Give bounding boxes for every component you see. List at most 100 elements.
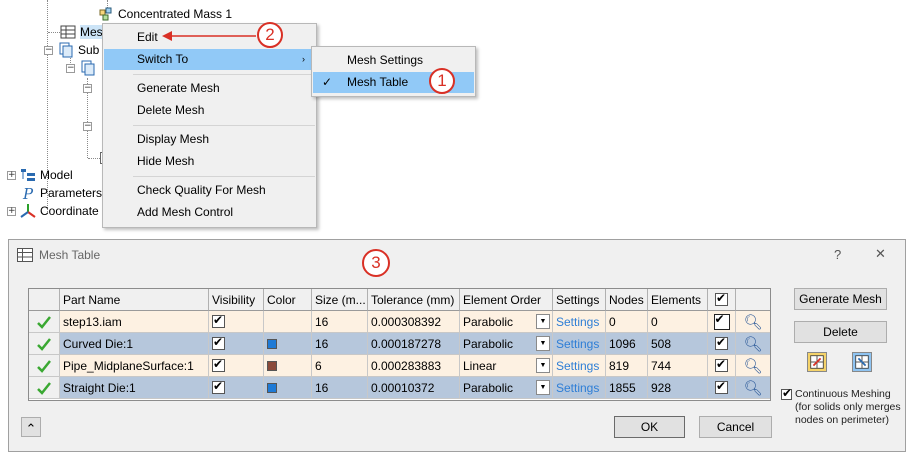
visibility-checkbox[interactable] (212, 335, 225, 350)
cell-size[interactable]: 6 (312, 355, 368, 377)
cancel-button[interactable]: Cancel (699, 416, 772, 438)
tree-item-part[interactable]: − (66, 59, 96, 77)
cell-part-name[interactable]: Straight Die:1 (60, 377, 209, 399)
expand-toggle-icon[interactable]: − (66, 63, 75, 73)
row-select-checkbox[interactable] (715, 357, 728, 372)
menu-item-switch-to[interactable]: Switch To › (104, 49, 315, 70)
menu-item-hide-mesh[interactable]: Hide Mesh (104, 151, 315, 172)
cell-color[interactable] (264, 333, 312, 355)
cell-element-order[interactable]: Parabolic ▼ (460, 377, 553, 399)
cell-visibility[interactable] (209, 311, 264, 333)
visibility-checkbox[interactable] (212, 357, 225, 372)
tree-item-model[interactable]: + Model (7, 166, 73, 184)
menu-item-generate-mesh[interactable]: Generate Mesh (104, 78, 315, 99)
column-header-nodes[interactable]: Nodes (606, 289, 648, 311)
expand-toggle-icon[interactable]: − (83, 83, 92, 93)
column-header-tolerance[interactable]: Tolerance (mm) (368, 289, 460, 311)
cell-element-order[interactable]: Parabolic ▼ (460, 333, 553, 355)
tree-item-mesh[interactable]: Mes (60, 23, 103, 41)
column-header-elements[interactable]: Elements (648, 289, 708, 311)
cell-color[interactable] (264, 311, 312, 333)
expand-toggle-icon[interactable]: + (7, 170, 16, 180)
generate-mesh-button[interactable]: Generate Mesh (794, 288, 887, 310)
cell-select[interactable] (708, 333, 736, 355)
cell-visibility[interactable] (209, 333, 264, 355)
column-header-select-all[interactable] (708, 289, 736, 311)
mesh-export-icon[interactable] (807, 352, 827, 372)
tree-item-coordinate[interactable]: + Coordinate (7, 202, 99, 220)
menu-item-mesh-settings[interactable]: Mesh Settings (313, 50, 474, 71)
cell-tolerance[interactable]: 0.000283883 (368, 355, 460, 377)
cell-select[interactable] (708, 311, 736, 333)
zoom-icon[interactable]: 🔍︎ (736, 377, 770, 399)
select-all-checkbox[interactable] (715, 291, 728, 306)
dropdown-arrow-icon[interactable]: ▼ (536, 336, 550, 351)
dropdown-arrow-icon[interactable]: ▼ (536, 358, 550, 373)
menu-item-delete-mesh[interactable]: Delete Mesh (104, 100, 315, 121)
cell-tolerance[interactable]: 0.00010372 (368, 377, 460, 399)
cell-part-name[interactable]: Pipe_MidplaneSurface:1 (60, 355, 209, 377)
column-header-size[interactable]: Size (m... (312, 289, 368, 311)
menu-item-display-mesh[interactable]: Display Mesh (104, 129, 315, 150)
settings-link[interactable]: Settings (553, 333, 606, 355)
tree-item-concentrated-mass[interactable]: Concentrated Mass 1 (98, 5, 232, 23)
row-select-checkbox[interactable] (715, 335, 728, 350)
cell-element-order[interactable]: Parabolic ▼ (460, 311, 553, 333)
color-swatch[interactable] (267, 360, 277, 371)
row-select-checkbox[interactable] (715, 379, 728, 394)
zoom-icon[interactable]: 🔍︎ (736, 311, 770, 333)
cell-part-name[interactable]: step13.iam (60, 311, 209, 333)
menu-item-check-quality[interactable]: Check Quality For Mesh (104, 180, 315, 201)
close-button[interactable]: ✕ (875, 247, 886, 262)
help-button[interactable]: ? (834, 247, 841, 262)
color-swatch[interactable] (267, 338, 277, 349)
cell-part-name[interactable]: Curved Die:1 (60, 333, 209, 355)
cell-color[interactable] (264, 377, 312, 399)
cell-size[interactable]: 16 (312, 377, 368, 399)
cell-tolerance[interactable]: 0.000308392 (368, 311, 460, 333)
tree-item-part[interactable]: − (83, 117, 92, 135)
cell-element-order[interactable]: Linear ▼ (460, 355, 553, 377)
tree-item-part[interactable]: − (83, 79, 92, 97)
cell-size[interactable]: 16 (312, 333, 368, 355)
settings-link[interactable]: Settings (553, 311, 606, 333)
table-row[interactable]: Curved Die:1 16 0.000187278 Parabolic▼ S… (29, 333, 770, 355)
column-header-settings[interactable]: Settings (553, 289, 606, 311)
dropdown-arrow-icon[interactable]: ▼ (536, 314, 550, 329)
expand-toggle-icon[interactable]: − (44, 45, 53, 55)
settings-link[interactable]: Settings (553, 377, 606, 399)
row-select-checkbox[interactable] (713, 312, 730, 330)
cell-visibility[interactable] (209, 377, 264, 399)
cell-color[interactable] (264, 355, 312, 377)
tree-item-parameters[interactable]: P Parameters (20, 184, 102, 202)
column-header-element-order[interactable]: Element Order (460, 289, 553, 311)
cell-size[interactable]: 16 (312, 311, 368, 333)
table-row[interactable]: Pipe_MidplaneSurface:1 6 0.000283883 Lin… (29, 355, 770, 377)
continuous-meshing-checkbox[interactable] (781, 387, 792, 400)
tree-item-subassembly[interactable]: − Sub (44, 41, 99, 59)
cell-tolerance[interactable]: 0.000187278 (368, 333, 460, 355)
expand-toggle-icon[interactable]: + (7, 206, 16, 216)
ok-button[interactable]: OK (614, 416, 685, 438)
expand-toggle-icon[interactable]: − (83, 121, 92, 131)
cell-visibility[interactable] (209, 355, 264, 377)
delete-button[interactable]: Delete (794, 321, 887, 343)
cell-select[interactable] (708, 377, 736, 399)
column-header-color[interactable]: Color (264, 289, 312, 311)
continuous-meshing-option[interactable]: Continuous Meshing (for solids only merg… (781, 387, 905, 427)
visibility-checkbox[interactable] (212, 379, 225, 394)
zoom-icon[interactable]: 🔍︎ (736, 355, 770, 377)
table-row[interactable]: Straight Die:1 16 0.00010372 Parabolic▼ … (29, 377, 770, 399)
collapse-button[interactable]: ⌃ (21, 417, 41, 437)
column-header-part-name[interactable]: Part Name (60, 289, 209, 311)
mesh-import-icon[interactable] (852, 352, 872, 372)
cell-select[interactable] (708, 355, 736, 377)
column-header-visibility[interactable]: Visibility (209, 289, 264, 311)
color-swatch[interactable] (267, 382, 277, 393)
dropdown-arrow-icon[interactable]: ▼ (536, 380, 550, 395)
zoom-icon[interactable]: 🔍︎ (736, 333, 770, 355)
table-row[interactable]: step13.iam 16 0.000308392 Parabolic▼ Set… (29, 311, 770, 333)
menu-item-add-mesh-control[interactable]: Add Mesh Control (104, 202, 315, 223)
settings-link[interactable]: Settings (553, 355, 606, 377)
visibility-checkbox[interactable] (212, 313, 225, 328)
